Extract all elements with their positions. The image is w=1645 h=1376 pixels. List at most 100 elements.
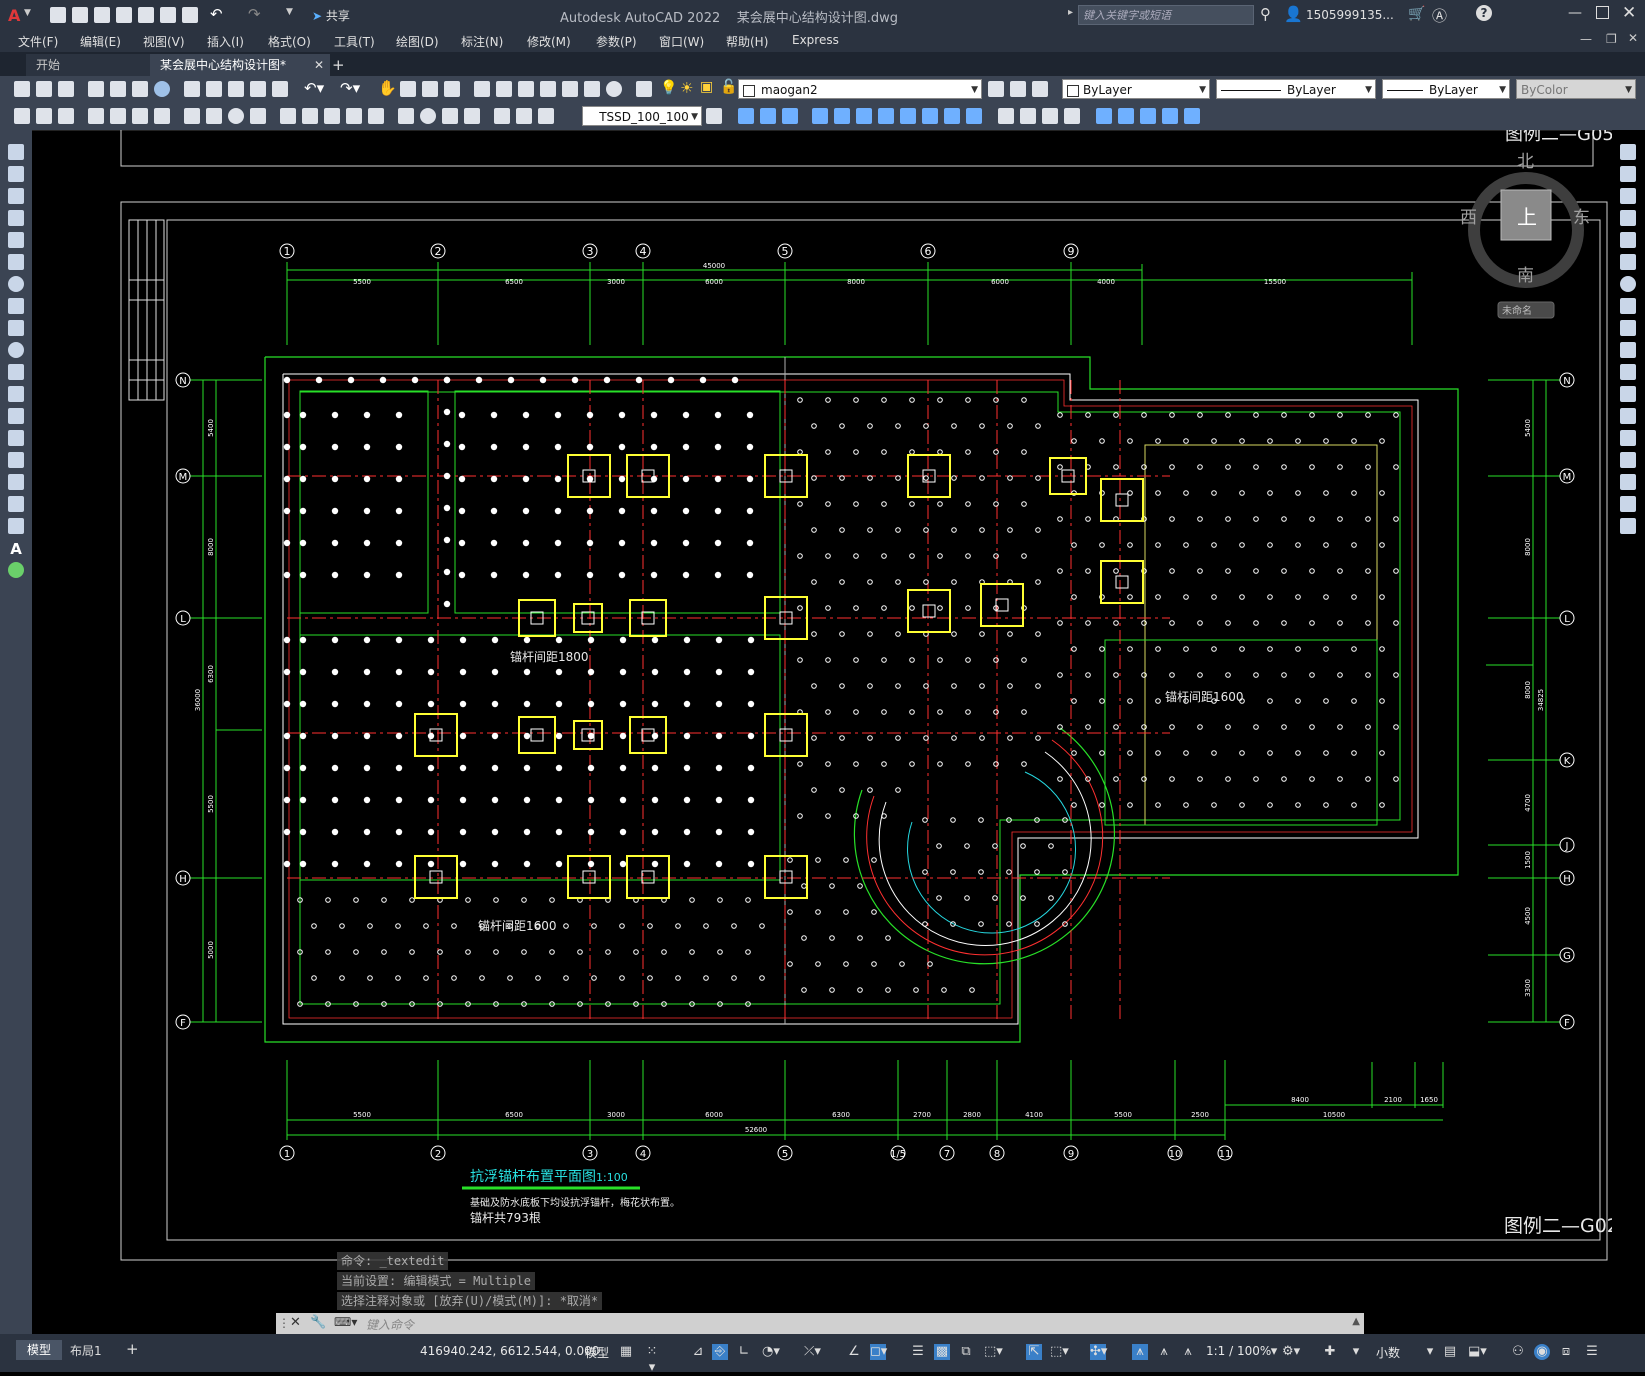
ellipse-tool-icon[interactable] (8, 342, 24, 358)
modify-icon-6[interactable] (856, 108, 872, 124)
make-block-icon[interactable] (8, 408, 24, 424)
radius-dim-icon[interactable] (184, 108, 200, 124)
gizmo-icon[interactable]: ✣▾ (1090, 1344, 1107, 1360)
coordinates-readout[interactable]: 416940.242, 6612.544, 0.000 (420, 1344, 599, 1358)
array-icon[interactable] (1620, 232, 1636, 248)
region-tool-icon[interactable] (8, 496, 24, 512)
hatch-tool-icon[interactable] (8, 452, 24, 468)
angular-dim-icon[interactable] (250, 108, 266, 124)
tb-preview-icon[interactable] (110, 81, 126, 97)
command-grip-icon[interactable]: ⋮ (278, 1316, 290, 1330)
dim-update-icon[interactable] (538, 108, 554, 124)
tb-open-icon[interactable] (36, 81, 52, 97)
selection-cycling-icon[interactable]: ⧉ (958, 1344, 974, 1360)
stretch-icon[interactable] (1620, 320, 1636, 336)
tb2-icon-1[interactable] (14, 108, 30, 124)
dimstyle-manager-icon[interactable] (706, 108, 722, 124)
viewcube-east[interactable]: 东 (1573, 208, 1590, 228)
isolate-objects-icon[interactable]: ⚇ (1510, 1344, 1526, 1360)
layout-tab-model[interactable]: 模型 (16, 1340, 62, 1360)
tb-zoom-prev-icon[interactable] (444, 81, 460, 97)
tb-copy-icon[interactable] (206, 81, 222, 97)
grid-icon[interactable]: ▦ (618, 1344, 634, 1360)
tb-save-icon[interactable] (58, 81, 74, 97)
modify-icon-5[interactable] (834, 108, 850, 124)
dim-space-icon[interactable] (346, 108, 362, 124)
annotation-scale-value[interactable]: 1:1 / 100% (1206, 1344, 1271, 1358)
menu-tools[interactable]: 工具(T) (334, 33, 375, 50)
doc-minimize-icon[interactable]: — (1580, 32, 1592, 46)
tab-start[interactable]: 开始 (26, 54, 166, 76)
center-mark-icon[interactable] (420, 108, 436, 124)
menu-file[interactable]: 文件(F) (18, 33, 58, 50)
clean-screen-icon[interactable]: ⧈ (1558, 1344, 1574, 1360)
modify-icon-12[interactable] (998, 108, 1014, 124)
mirror-icon[interactable] (1620, 188, 1636, 204)
lock-ui-icon[interactable]: ⬓▾ (1468, 1344, 1487, 1360)
menu-dimension[interactable]: 标注(N) (461, 33, 503, 50)
lineweight-icon[interactable]: ☰ (910, 1344, 926, 1360)
spline-tool-icon[interactable] (8, 320, 24, 336)
open-file-icon[interactable] (72, 7, 88, 23)
units-chevron-icon[interactable]: ▾ (1348, 1344, 1364, 1360)
dimstyle-dropdown[interactable]: TSSD_100_100 ▼ (582, 106, 702, 126)
tb-publish-icon[interactable] (132, 81, 148, 97)
menu-edit[interactable]: 编辑(E) (80, 33, 121, 50)
tb-zoom-window-icon[interactable] (422, 81, 438, 97)
transparency-icon[interactable]: ▩ (934, 1344, 950, 1360)
modify-icon-17[interactable] (1118, 108, 1134, 124)
polygon-tool-icon[interactable] (8, 210, 24, 226)
menu-parametric[interactable]: 参数(P) (596, 33, 637, 50)
search-icon[interactable]: ⚲ (1260, 5, 1271, 23)
object-snap-tracking-icon[interactable]: ∠ (846, 1344, 862, 1360)
move-icon[interactable] (1620, 254, 1636, 270)
jogged-linear-icon[interactable] (464, 108, 480, 124)
mtext-tool-icon[interactable]: A (8, 540, 24, 558)
revcloud-tool-icon[interactable] (8, 298, 24, 314)
linear-dim-icon[interactable] (88, 108, 104, 124)
modify-icon-1[interactable] (738, 108, 754, 124)
annotation-scale-icon[interactable]: ⩚ (1180, 1344, 1196, 1360)
tb2-icon-2[interactable] (36, 108, 52, 124)
modify-icon-19[interactable] (1162, 108, 1178, 124)
layer-thaw-icon[interactable]: ☀ (680, 79, 693, 97)
command-close-icon[interactable]: ✕ (290, 1315, 301, 1330)
modify-icon-11[interactable] (966, 108, 982, 124)
modify-icon-8[interactable] (900, 108, 916, 124)
menu-view[interactable]: 视图(V) (143, 33, 185, 50)
ortho-icon[interactable]: ∟ (736, 1344, 752, 1360)
help-icon[interactable]: ? (1476, 5, 1492, 21)
command-scroll-icon[interactable]: ▲ (1352, 1316, 1360, 1327)
tb-redo-icon[interactable]: ↷▾ (340, 79, 360, 97)
command-recent-icon[interactable]: ⌨▾ (334, 1315, 357, 1329)
undo-icon[interactable]: ↶ (210, 5, 223, 23)
annotation-scale-chevron-icon[interactable]: ▾ (1266, 1344, 1282, 1360)
tb-plot-icon[interactable] (88, 81, 104, 97)
modify-icon-15[interactable] (1064, 108, 1080, 124)
insert-block-icon[interactable] (8, 386, 24, 402)
lineweight-dropdown[interactable]: ByLayer ▼ (1382, 79, 1510, 99)
new-tab-button[interactable]: + (322, 54, 355, 76)
tb-3dprint-icon[interactable] (154, 81, 170, 97)
annotation-monitor-icon[interactable]: ✚ (1322, 1344, 1338, 1360)
add-selected-icon[interactable] (8, 562, 24, 578)
selection-filter-icon[interactable]: ⬚▾ (1050, 1344, 1069, 1360)
line-tool-icon[interactable] (8, 144, 24, 160)
doc-close-icon[interactable]: ✕ (1628, 31, 1638, 45)
polyline-tool-icon[interactable] (8, 188, 24, 204)
close-icon[interactable]: ✕ (1622, 3, 1636, 23)
trim-icon[interactable] (1620, 342, 1636, 358)
viewcube[interactable]: 上 北 南 西 东 未命名 (1460, 152, 1590, 319)
xline-tool-icon[interactable] (8, 166, 24, 182)
units-dropdown-icon[interactable]: ▾ (1422, 1344, 1438, 1360)
tb-cut-icon[interactable] (184, 81, 200, 97)
tb-toolpalette-icon[interactable] (518, 81, 534, 97)
join-icon[interactable] (1620, 430, 1636, 446)
break-icon[interactable] (1620, 408, 1636, 424)
menu-help[interactable]: 帮助(H) (726, 33, 768, 50)
annotation-visibility-icon[interactable]: ⩚ (1132, 1344, 1148, 1360)
tab-drawing[interactable]: 某会展中心结构设计图* ✕ (150, 54, 330, 76)
chamfer-icon[interactable] (1620, 452, 1636, 468)
fillet-icon[interactable] (1620, 474, 1636, 490)
3d-osnap-icon[interactable]: ⬚▾ (984, 1344, 1003, 1360)
